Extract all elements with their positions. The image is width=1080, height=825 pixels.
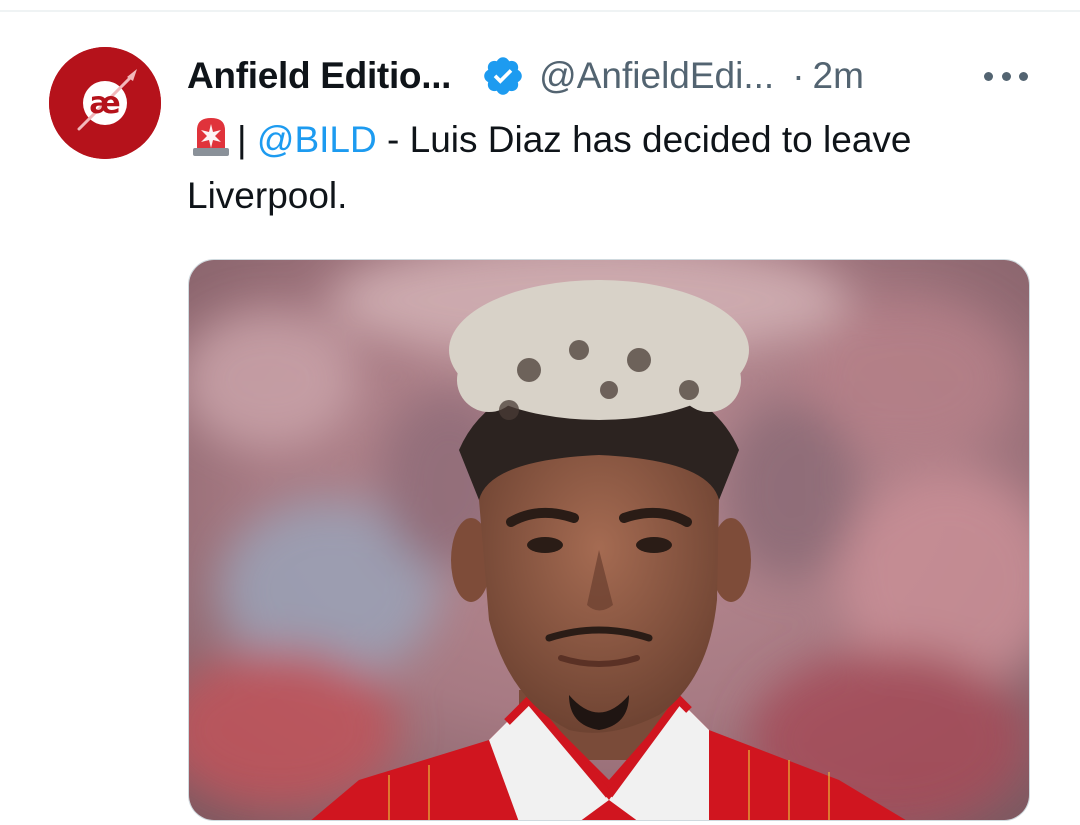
author-handle[interactable]: @AnfieldEdi...	[539, 55, 774, 97]
siren-emoji-icon	[187, 112, 235, 160]
tweet-body-line1: - Luis Diaz has decided to leave	[376, 119, 912, 160]
avatar-letters: æ	[89, 86, 120, 121]
author-display-name[interactable]: Anfield Editio...	[187, 55, 451, 97]
tweet-header: Anfield Editio... @AnfieldEdi... · 2m	[187, 48, 1047, 104]
top-divider	[0, 10, 1080, 12]
more-dot	[1001, 71, 1011, 81]
verified-badge-icon[interactable]	[481, 54, 525, 98]
timestamp-link[interactable]: 2m	[813, 55, 864, 97]
more-dot	[1019, 71, 1028, 81]
avatar-logo-icon: æ	[49, 47, 161, 159]
player-photo	[189, 260, 1029, 820]
more-dot	[984, 71, 993, 81]
more-options-icon[interactable]	[984, 61, 1028, 91]
tweet-media-image[interactable]	[188, 259, 1030, 821]
tweet-text: | @BILD - Luis Diaz has decided to leave…	[187, 112, 1037, 224]
separator-dot: ·	[792, 55, 805, 96]
tweet-body-line2: Liverpool.	[187, 175, 348, 216]
author-avatar[interactable]: æ	[49, 47, 161, 159]
text-divider: |	[237, 119, 247, 160]
mention-link[interactable]: @BILD	[257, 119, 377, 160]
